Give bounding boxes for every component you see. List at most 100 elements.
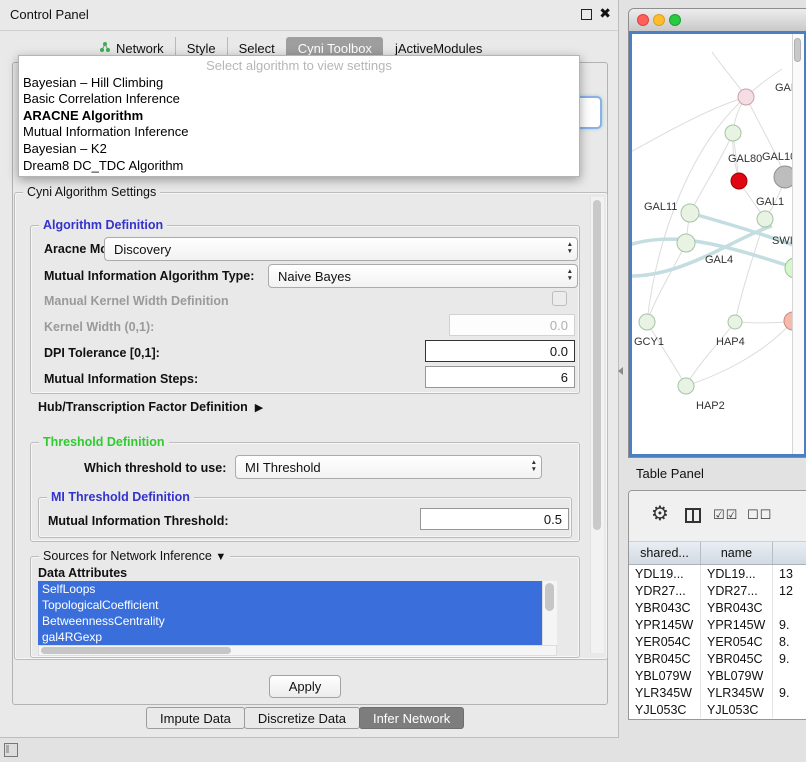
network-node[interactable] xyxy=(738,89,754,105)
control-panel: Control Panel ✖ Network Style Select Cyn… xyxy=(0,0,619,738)
float-panel-icon[interactable] xyxy=(581,9,592,20)
chevron-right-icon[interactable]: ▶ xyxy=(255,401,263,414)
select-all-checkboxes-icon[interactable]: ☑☑ xyxy=(713,507,738,523)
network-node[interactable] xyxy=(678,378,694,394)
close-icon[interactable]: ✖ xyxy=(599,5,611,22)
settings-scrollbar-thumb[interactable] xyxy=(593,200,601,530)
zoom-traffic-light-icon[interactable] xyxy=(669,14,681,26)
splitter-collapse-icon[interactable] xyxy=(618,367,623,375)
table-column-header[interactable] xyxy=(773,542,806,564)
dpi-tolerance-field[interactable]: 0.0 xyxy=(425,340,575,362)
table-cell: YJL053C xyxy=(629,701,701,718)
network-node[interactable] xyxy=(731,173,747,189)
aracne-mode-value: Discovery xyxy=(114,242,171,257)
table-cell: YER054C xyxy=(629,633,701,650)
attribute-list-item[interactable]: SelfLoops xyxy=(38,581,543,597)
which-threshold-combo[interactable]: MI Threshold ▲▼ xyxy=(235,455,542,479)
mi-steps-field[interactable]: 6 xyxy=(425,366,575,388)
attributes-horizontal-scrollbar[interactable] xyxy=(38,645,557,656)
apply-button[interactable]: Apply xyxy=(269,675,341,698)
network-node[interactable] xyxy=(681,204,699,222)
hub-definition-disclosure[interactable]: Hub/Transcription Factor Definition ▶ xyxy=(38,400,263,414)
gear-icon[interactable]: ⚙ xyxy=(651,504,669,524)
algorithm-option[interactable]: Dream8 DC_TDC Algorithm xyxy=(19,158,579,175)
mi-type-value: Naive Bayes xyxy=(278,269,351,284)
network-node[interactable] xyxy=(725,125,741,141)
table-row[interactable]: YER054CYER054C8. xyxy=(629,633,806,650)
table-cell xyxy=(773,667,806,684)
tab-label: Style xyxy=(187,41,216,56)
table-cell xyxy=(773,599,806,616)
algorithm-option[interactable]: Basic Correlation Inference xyxy=(19,91,579,108)
table-row[interactable]: YBR045CYBR045C9. xyxy=(629,650,806,667)
close-traffic-light-icon[interactable] xyxy=(637,14,649,26)
kernel-width-field[interactable]: 0.0 xyxy=(449,314,575,336)
table-row[interactable]: YDL19...YDL19...13 xyxy=(629,565,806,582)
table-panel-window: ⚙ ☑☑ ☐☐ shared...name YDL19...YDL19...13… xyxy=(628,490,806,720)
mi-threshold-field[interactable]: 0.5 xyxy=(420,508,569,530)
combo-arrows-icon: ▲▼ xyxy=(567,268,573,282)
table-cell: YBR043C xyxy=(629,599,701,616)
network-node[interactable] xyxy=(774,166,793,188)
deselect-all-checkboxes-icon[interactable]: ☐☐ xyxy=(747,507,772,523)
network-node[interactable] xyxy=(677,234,695,252)
table-row[interactable]: YPR145WYPR145W9. xyxy=(629,616,806,633)
data-attributes-list[interactable]: SelfLoopsTopologicalCoefficientBetweenne… xyxy=(38,581,557,645)
table-row[interactable]: YBL079WYBL079W xyxy=(629,667,806,684)
network-node[interactable] xyxy=(639,314,655,330)
network-node[interactable] xyxy=(728,315,742,329)
network-node[interactable] xyxy=(757,211,773,227)
network-node-label: GAL10 xyxy=(762,151,793,163)
mi-type-combo[interactable]: Naive Bayes ▲▼ xyxy=(268,264,578,288)
tab-label: Cyni Toolbox xyxy=(298,41,372,56)
table-column-header[interactable]: shared... xyxy=(629,542,701,564)
table-cell: 13 xyxy=(773,565,806,582)
minimized-panel-icon[interactable] xyxy=(4,743,18,757)
table-row[interactable]: YBR043CYBR043C xyxy=(629,599,806,616)
algorithm-option[interactable]: ARACNE Algorithm xyxy=(19,108,579,125)
tab-infer-network[interactable]: Infer Network xyxy=(359,707,464,729)
table-row[interactable]: YLR345WYLR345W9. xyxy=(629,684,806,701)
network-scrollbar-thumb[interactable] xyxy=(794,38,801,62)
table-cell: YBR045C xyxy=(629,650,701,667)
minimize-traffic-light-icon[interactable] xyxy=(653,14,665,26)
attributes-vscroll-thumb[interactable] xyxy=(545,583,554,611)
aracne-mode-combo[interactable]: Discovery ▲▼ xyxy=(104,237,578,261)
network-node-label: HAP2 xyxy=(696,400,725,412)
chevron-down-icon[interactable]: ▼ xyxy=(215,551,226,563)
table-column-header[interactable]: name xyxy=(701,542,773,564)
tab-discretize-data[interactable]: Discretize Data xyxy=(244,707,360,729)
attributes-vertical-scrollbar[interactable] xyxy=(542,581,557,645)
attributes-hscroll-thumb[interactable] xyxy=(41,647,231,654)
tab-label: Select xyxy=(239,41,275,56)
algorithm-option[interactable]: Bayesian – Hill Climbing xyxy=(19,75,579,92)
algorithm-option[interactable]: Bayesian – K2 xyxy=(19,141,579,158)
settings-scrollbar[interactable] xyxy=(590,197,604,653)
data-attributes-label: Data Attributes xyxy=(38,566,127,580)
table-row[interactable]: YDR27...YDR27...12 xyxy=(629,582,806,599)
threshold-definition-title: Threshold Definition xyxy=(39,435,169,449)
tab-label: Network xyxy=(116,41,164,56)
tab-impute-data[interactable]: Impute Data xyxy=(146,707,245,729)
table-toolbar: ⚙ ☑☑ ☐☐ xyxy=(629,491,806,542)
network-node-label: GAL1 xyxy=(756,196,784,208)
table-body: YDL19...YDL19...13YDR27...YDR27...12YBR0… xyxy=(629,565,806,718)
table-cell: YBR043C xyxy=(701,599,773,616)
table-row[interactable]: YJL053CYJL053C xyxy=(629,701,806,718)
columns-icon[interactable] xyxy=(685,508,701,523)
table-cell: 9. xyxy=(773,650,806,667)
network-tab-icon xyxy=(99,41,111,56)
table-cell: YER054C xyxy=(701,633,773,650)
table-cell: YPR145W xyxy=(701,616,773,633)
mi-steps-label: Mutual Information Steps: xyxy=(44,372,198,386)
tab-label: jActiveModules xyxy=(395,41,482,56)
network-vertical-scrollbar[interactable] xyxy=(792,34,804,454)
manual-kernel-checkbox[interactable] xyxy=(552,291,567,306)
algorithm-option[interactable]: Mutual Information Inference xyxy=(19,124,579,141)
network-canvas[interactable]: GAL7GAL80GAL10GAL11GAL1SWI4GAL4GCY1HAP4H… xyxy=(632,34,793,453)
attribute-list-item[interactable]: TopologicalCoefficient xyxy=(38,597,543,613)
table-cell: YDR27... xyxy=(629,582,701,599)
network-window-titlebar[interactable] xyxy=(629,9,806,32)
attribute-list-item[interactable]: BetweennessCentrality xyxy=(38,613,543,629)
attribute-list-item[interactable]: gal4RGexp xyxy=(38,629,543,645)
